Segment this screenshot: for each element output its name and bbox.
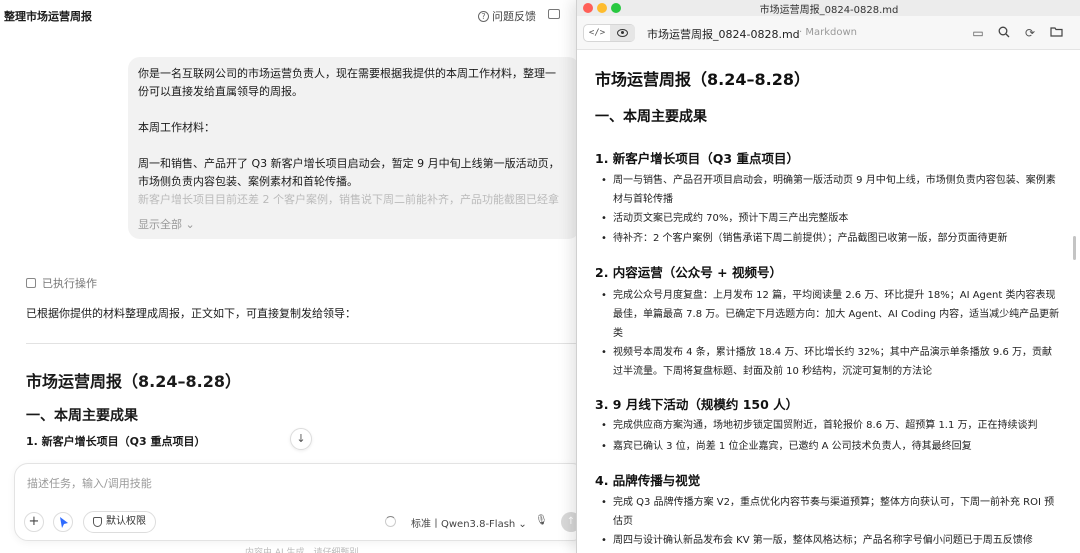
question-icon: ? bbox=[478, 10, 489, 22]
task-input[interactable]: 描述任务，输入/调用技能 bbox=[27, 475, 152, 491]
code-view-icon[interactable]: </> bbox=[584, 25, 610, 41]
message-line: 本周工作材料： bbox=[138, 121, 215, 134]
show-all-button[interactable]: 显示全部 ⌄ bbox=[138, 216, 195, 232]
list-item: 完成公众号月度复盘：上月发布 12 篇，平均阅读量 2.6 万、环比提升 18%… bbox=[601, 286, 1061, 343]
file-name: 市场运营周报_0824-0828.md bbox=[647, 28, 800, 41]
title-bar: 市场运营周报_0824-0828.md bbox=[577, 0, 1080, 16]
list-item: 嘉宾已确认 3 位，尚差 1 位企业嘉宾，已邀约 A 公司技术负责人，待其最终回… bbox=[601, 437, 1061, 456]
permission-button[interactable]: 默认权限 bbox=[83, 511, 156, 533]
message-line: 你是一名互联网公司的市场运营负责人，现在需要根据我提供的本周工作材料，整理一 bbox=[138, 67, 556, 80]
refresh-icon[interactable]: ⟳ bbox=[1023, 26, 1037, 40]
shield-icon bbox=[93, 517, 102, 527]
item-heading: 3. 9 月线下活动（规模约 150 人） bbox=[595, 397, 799, 412]
folder-icon[interactable] bbox=[1049, 26, 1063, 40]
message-line: 份可以直接发给直属领导的周报。 bbox=[138, 85, 303, 98]
actions-icon bbox=[26, 278, 36, 288]
doc-title: 市场运营周报（8.24–8.28） bbox=[595, 70, 810, 89]
model-selector[interactable]: 标准丨Qwen3.8-Flash ⌄ bbox=[411, 515, 527, 530]
list-item: 视频号本周发布 4 条，累计播放 18.4 万、环比增长约 32%；其中产品演示… bbox=[601, 343, 1061, 381]
report-section-heading: 一、本周主要成果 bbox=[26, 408, 138, 424]
message-line: 新客户增长项目目前还差 2 个客户案例，销售说下周二前能补齐，产品功能截图已经拿 bbox=[138, 193, 559, 206]
search-icon[interactable] bbox=[997, 26, 1011, 40]
section-heading: 一、本周主要成果 bbox=[595, 109, 707, 125]
list-item: 完成 Q3 品牌传播方案 V2，重点优化内容节奏与渠道预算；整体方向获认可，下周… bbox=[601, 493, 1061, 531]
window-title: 市场运营周报_0824-0828.md bbox=[759, 5, 899, 16]
message-line: 周一和销售、产品开了 Q3 新客户增长项目启动会，暂定 9 月中旬上线第一版活动… bbox=[138, 157, 560, 170]
item-heading: 2. 内容运营（公众号 + 视频号） bbox=[595, 265, 782, 280]
add-button[interactable]: + bbox=[24, 512, 44, 532]
feedback-label: 问题反馈 bbox=[492, 10, 536, 23]
composer: 描述任务，输入/调用技能 + 默认权限 标准丨Qwen3.8-Flash ⌄ 🎙… bbox=[14, 463, 586, 541]
microphone-icon[interactable]: 🎙 bbox=[535, 515, 548, 526]
footer-hint: 内容由 AI 生成，请仔细甄别 bbox=[245, 548, 359, 553]
list-item: 周四与设计确认新品发布会 KV 第一版，整体风格达标；产品名称字号偏小问题已于周… bbox=[601, 531, 1061, 550]
view-mode-toggle[interactable]: </> bbox=[583, 24, 635, 42]
user-message: 你是一名互联网公司的市场运营负责人，现在需要根据我提供的本周工作材料，整理一 份… bbox=[128, 57, 580, 239]
file-type: · Markdown bbox=[799, 27, 857, 38]
report-title: 市场运营周报（8.24–8.28） bbox=[26, 372, 241, 391]
list-item: 完成供应商方案沟通，场地初步锁定国贸附近，首轮报价 8.6 万、超预算 1.1 … bbox=[601, 416, 1061, 435]
feedback-button[interactable]: ? 问题反馈 bbox=[478, 8, 536, 24]
list-item: 待补齐：2 个客户案例（销售承诺下周二前提供）；产品截图已收第一版，部分页面待更… bbox=[601, 229, 1061, 248]
divider bbox=[26, 343, 580, 344]
scrollbar[interactable] bbox=[1073, 236, 1076, 260]
tool-button[interactable] bbox=[53, 512, 73, 532]
markdown-viewer-window: 市场运营周报_0824-0828.md </> 市场运营周报_0824-0828… bbox=[576, 0, 1080, 553]
loading-icon bbox=[385, 516, 396, 527]
executed-actions-toggle[interactable]: 已执行操作 bbox=[26, 275, 97, 291]
viewer-toolbar: </> 市场运营周报_0824-0828.md · Markdown ▭ ⟳ bbox=[577, 16, 1080, 50]
assistant-reply: 已根据你提供的材料整理成周报，正文如下，可直接复制发给领导： bbox=[26, 307, 356, 320]
list-item: 活动页文案已完成约 70%，预计下周三产出完整版本 bbox=[601, 209, 1061, 228]
cursor-icon bbox=[60, 517, 68, 528]
list-item: 周一与销售、产品召开项目启动会，明确第一版活动页 9 月中旬上线，市场侧负责内容… bbox=[601, 171, 1061, 209]
message-line: 市场侧负责内容包装、案例素材和首轮传播。 bbox=[138, 175, 358, 188]
page-title: 整理市场运营周报 bbox=[4, 10, 92, 23]
save-icon[interactable]: ▭ bbox=[971, 26, 985, 40]
permission-label: 默认权限 bbox=[106, 516, 146, 527]
item-heading: 4. 品牌传播与视觉 bbox=[595, 473, 701, 488]
preview-view-button[interactable] bbox=[610, 25, 635, 41]
panel-toggle-icon[interactable] bbox=[548, 9, 560, 19]
executed-label: 已执行操作 bbox=[42, 277, 97, 290]
item-heading: 1. 新客户增长项目（Q3 重点项目） bbox=[595, 151, 799, 166]
app-header: 整理市场运营周报 ? 问题反馈 bbox=[0, 0, 580, 30]
report-subheading: 1. 新客户增长项目（Q3 重点项目） bbox=[26, 435, 206, 448]
scroll-down-button[interactable]: ↓ bbox=[290, 428, 312, 450]
